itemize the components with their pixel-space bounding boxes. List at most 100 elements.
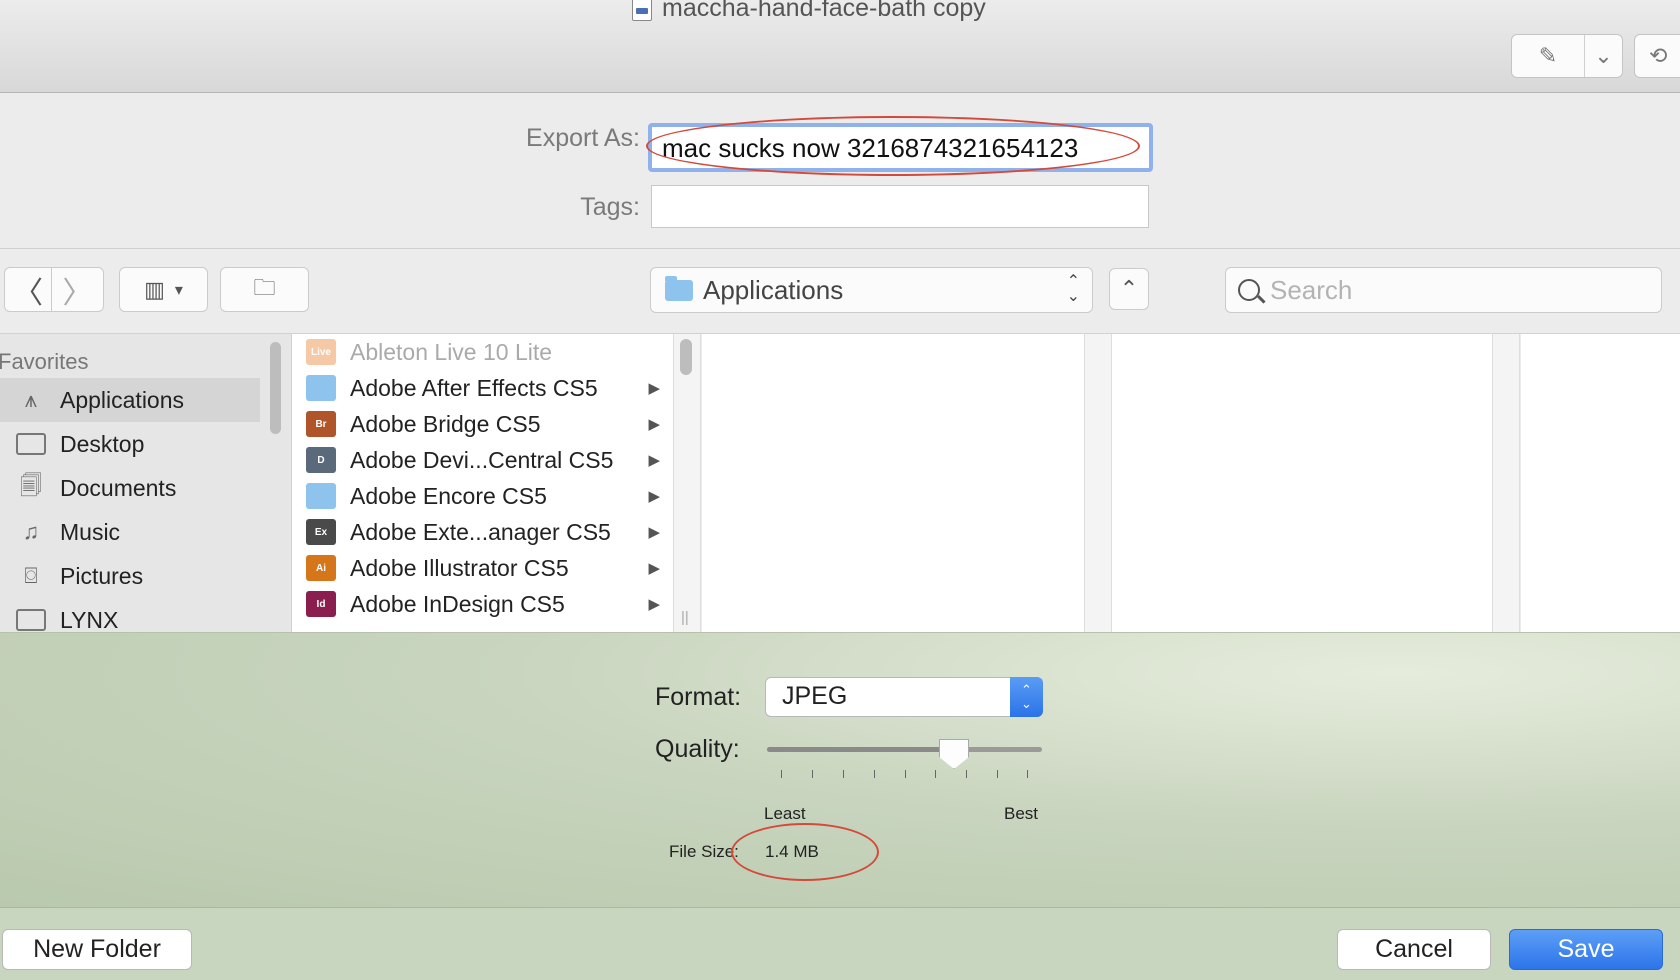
annotation-oval [731,823,879,881]
file-column [702,334,1084,632]
extension-manager-icon: Ex [306,519,336,545]
slider-tick [966,770,967,778]
cancel-button[interactable]: Cancel [1337,929,1491,970]
sidebar-item-label: Applications [60,386,185,413]
file-name: Adobe After Effects CS5 [350,374,598,401]
sidebar-item-desktop[interactable]: Desktop [0,422,260,466]
slider-tick [997,770,998,778]
search-icon [1238,279,1260,301]
chevron-left-icon: 〈 [13,276,43,310]
file-column [1521,334,1680,632]
pen-markup-icon[interactable]: ✎ [1512,35,1584,77]
view-mode-button[interactable]: ▥ ▾ [119,267,208,312]
file-name: Adobe InDesign CS5 [350,590,565,617]
location-popup[interactable]: Applications ⌃ ⌄ [650,267,1093,313]
quality-slider-fill [767,747,954,752]
save-button[interactable]: Save [1509,929,1663,970]
device-central-icon: D [306,447,336,473]
sidebar-item-applications[interactable]: ⩚ Applications [0,378,260,422]
quality-slider[interactable] [767,747,1042,752]
new-folder-button[interactable]: New Folder [2,929,192,970]
applications-icon: ⩚ [24,387,38,412]
column-gutter [1492,334,1520,632]
sidebar-item-label: Music [60,518,121,545]
chevron-down-icon: ▾ [174,281,183,299]
folder-icon [306,483,336,509]
new-folder-icon-button[interactable]: 🗀 [220,267,309,312]
column-gutter [673,334,701,632]
folder-icon [306,375,336,401]
column-resize-grip-icon[interactable]: || [681,609,689,626]
column-scrollbar[interactable] [680,339,692,375]
new-folder-icon: 🗀 [253,274,276,300]
list-item[interactable]: D Adobe Devi...Central CS5 ▶ [292,442,672,478]
chevron-right-icon: 〉 [62,276,93,310]
slider-tick [812,770,813,778]
format-label: Format: [655,683,742,711]
file-column [1112,334,1492,632]
sidebar-scrollbar[interactable] [270,342,281,434]
sidebar-item-label: LYNX [60,606,119,633]
sidebar-item-music[interactable]: ♫ Music [0,510,260,554]
collapse-button[interactable]: ⌃ [1109,268,1149,310]
columns-view-icon: ▥ [144,276,165,302]
bridge-app-icon: Br [306,411,336,437]
slider-tick [905,770,906,778]
popup-stepper-icon: ⌃ ⌄ [1066,273,1080,305]
sidebar-item-label: Pictures [60,562,144,589]
list-item[interactable]: Id Adobe InDesign CS5 ▶ [292,586,672,622]
slider-tick [781,770,782,778]
disclosure-arrow-icon: ▶ [648,524,660,541]
file-name: Adobe Illustrator CS5 [350,554,569,581]
rotate-icon[interactable]: ⟲ [1634,34,1680,78]
file-name: Adobe Bridge CS5 [350,410,541,437]
sidebar-item-lynx[interactable]: LYNX [0,598,260,632]
list-item[interactable]: Adobe After Effects CS5 ▶ [292,370,672,406]
slider-tick [1027,770,1028,778]
disclosure-arrow-icon: ▶ [648,380,660,397]
disclosure-arrow-icon: ▶ [648,416,660,433]
indesign-icon: Id [306,591,336,617]
tags-field[interactable] [651,185,1149,228]
disclosure-arrow-icon: ▶ [648,488,660,505]
window-title-text: maccha-hand-face-bath copy [662,0,986,22]
list-item[interactable]: Adobe Encore CS5 ▶ [292,478,672,514]
chevron-down-icon[interactable]: ⌄ [1584,35,1622,77]
window-title: maccha-hand-face-bath copy [632,0,986,23]
select-stepper-icon: ⌃ ⌄ [1010,677,1043,717]
disclosure-arrow-icon: ▶ [648,596,660,613]
forward-button[interactable]: 〉 [52,267,104,312]
applications-folder-icon [665,275,693,301]
search-placeholder: Search [1270,274,1353,305]
file-name: Ableton Live 10 Lite [350,338,553,365]
export-as-label: Export As: [526,124,640,152]
sidebar: Favorites ⩚ Applications Desktop 🗐 Docum… [0,334,291,632]
list-item[interactable]: Ex Adobe Exte...anager CS5 ▶ [292,514,672,550]
file-name: Adobe Devi...Central CS5 [350,446,614,473]
desktop-icon [16,431,46,457]
quality-label: Quality: [655,735,740,763]
ableton-live-icon: Live [306,339,336,365]
quality-least-label: Least [764,804,806,823]
file-name: Adobe Encore CS5 [350,482,547,509]
sidebar-item-pictures[interactable]: ⌼ Pictures [0,554,260,598]
location-label: Applications [703,274,844,305]
column-gutter [1084,334,1112,632]
document-icon [632,0,652,21]
file-column: Live Ableton Live 10 Lite Adobe After Ef… [291,334,673,632]
list-item[interactable]: Live Ableton Live 10 Lite [292,334,672,370]
favorites-header: Favorites [0,349,89,374]
list-item[interactable]: Ai Adobe Illustrator CS5 ▶ [292,550,672,586]
music-icon: ♫ [22,519,40,544]
format-value: JPEG [782,682,848,710]
disclosure-arrow-icon: ▶ [648,560,660,577]
back-button[interactable]: 〈 [4,267,52,312]
list-item[interactable]: Br Adobe Bridge CS5 ▶ [292,406,672,442]
camera-icon: ⌼ [24,563,38,588]
file-size-label: File Size: [669,842,739,861]
sidebar-item-documents[interactable]: 🗐 Documents [0,466,260,510]
disclosure-arrow-icon: ▶ [648,452,660,469]
sidebar-item-label: Desktop [60,430,145,457]
format-select[interactable]: JPEG ⌃ ⌄ [765,677,1043,717]
search-field[interactable]: Search [1225,267,1662,313]
